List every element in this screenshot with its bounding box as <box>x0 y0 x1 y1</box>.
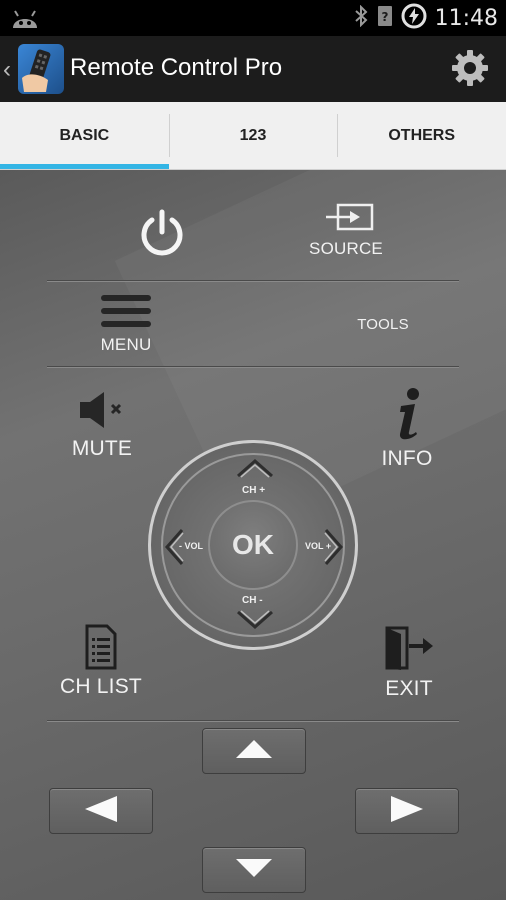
channel-down-chevron-icon[interactable] <box>235 609 275 636</box>
tab-bar: BASIC 123 OTHERS <box>0 102 506 170</box>
channel-down-label: CH - <box>242 595 263 606</box>
exit-door-icon <box>383 626 435 676</box>
battery-charging-icon <box>401 3 427 34</box>
action-bar: ‹ Remote Control Pro <box>0 36 506 102</box>
arrow-left-button[interactable] <box>49 788 153 834</box>
tab-basic[interactable]: BASIC <box>0 102 169 169</box>
menu-button[interactable]: MENU <box>86 292 166 362</box>
info-icon <box>385 388 429 446</box>
document-list-icon <box>83 624 119 674</box>
tab-others[interactable]: OTHERS <box>337 102 506 169</box>
speaker-mute-icon <box>72 392 132 436</box>
dpad: CH + CH - - VOL VOL + OK <box>148 440 358 650</box>
arrow-up-button[interactable] <box>202 728 306 774</box>
triangle-up-icon <box>234 738 274 765</box>
settings-gear-icon[interactable] <box>450 48 490 88</box>
divider <box>47 720 459 722</box>
tab-123[interactable]: 123 <box>168 102 338 169</box>
no-signal-icon: ? <box>377 4 393 33</box>
android-notification-icon <box>10 6 40 35</box>
channel-up-label: CH + <box>242 485 266 496</box>
status-bar: ? 11:48 <box>0 0 506 36</box>
status-time: 11:48 <box>434 5 498 31</box>
divider <box>47 280 459 282</box>
source-button[interactable]: SOURCE <box>298 202 394 264</box>
volume-up-label: VOL + <box>305 541 332 551</box>
tools-label: TOOLS <box>357 316 409 333</box>
info-label: INFO <box>381 447 433 470</box>
channel-list-label: CH LIST <box>60 675 142 698</box>
svg-text:?: ? <box>381 10 388 24</box>
volume-down-label: - VOL <box>179 541 203 551</box>
arrow-down-button[interactable] <box>202 847 306 893</box>
channel-list-button[interactable]: CH LIST <box>58 624 144 704</box>
mute-label: MUTE <box>71 437 133 460</box>
bluetooth-icon <box>353 4 369 32</box>
exit-label: EXIT <box>385 677 433 700</box>
source-label: SOURCE <box>309 239 383 258</box>
channel-up-chevron-icon[interactable] <box>235 457 275 484</box>
divider <box>47 366 459 368</box>
info-button[interactable]: INFO <box>372 386 442 470</box>
tools-button[interactable]: TOOLS <box>338 310 428 344</box>
app-logo-icon[interactable] <box>18 44 64 94</box>
back-caret-icon[interactable]: ‹ <box>3 56 11 84</box>
mute-button[interactable]: MUTE <box>62 388 142 468</box>
arrow-right-button[interactable] <box>355 788 459 834</box>
power-button[interactable] <box>130 200 194 264</box>
app-title: Remote Control Pro <box>70 54 283 81</box>
power-icon <box>130 209 194 268</box>
triangle-down-icon <box>234 857 274 884</box>
menu-hamburger-icon <box>99 295 153 334</box>
triangle-right-icon <box>389 794 425 829</box>
exit-button[interactable]: EXIT <box>372 624 446 704</box>
menu-label: MENU <box>100 335 152 354</box>
triangle-left-icon <box>83 794 119 829</box>
ok-button[interactable]: OK <box>208 500 298 590</box>
remote-panel: SOURCE MENU TOOLS MUTE INFO CH + CH - - … <box>0 170 506 900</box>
source-input-icon <box>316 203 376 238</box>
